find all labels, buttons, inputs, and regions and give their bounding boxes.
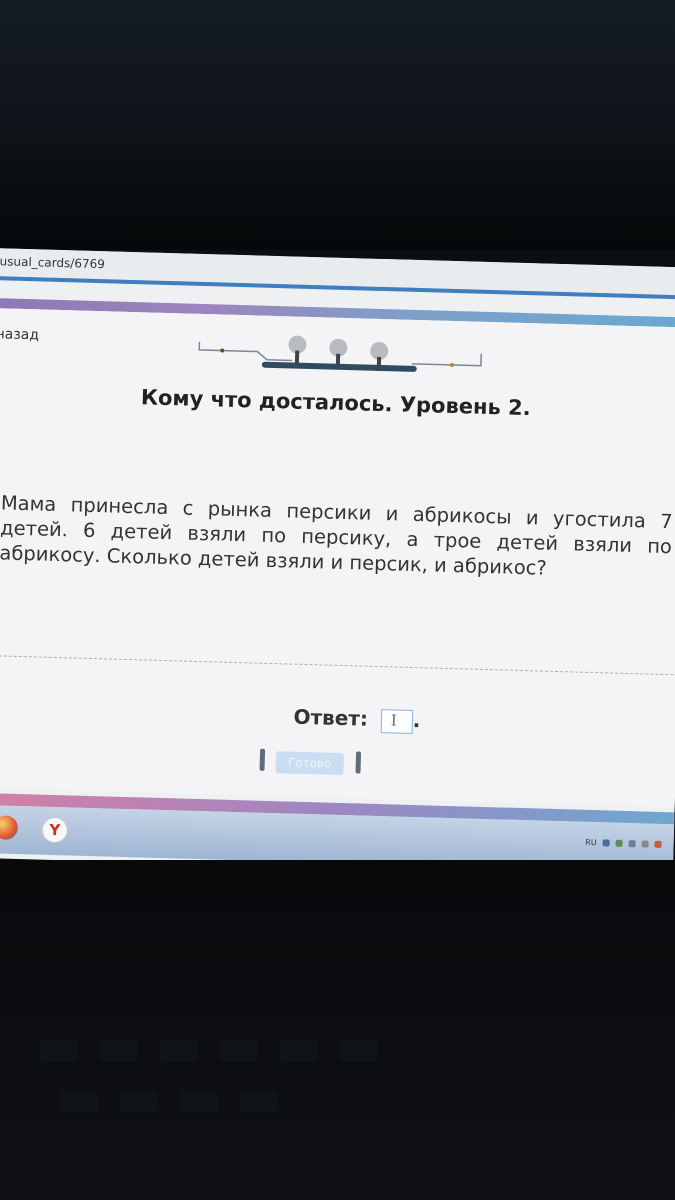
language-indicator[interactable]: RU	[585, 838, 597, 847]
keyboard-key	[120, 1090, 158, 1112]
yandex-taskbar-icon[interactable]: Y	[41, 816, 69, 844]
right-peg-icon	[355, 751, 362, 774]
keyboard-key	[40, 1040, 78, 1062]
notification-icon[interactable]	[654, 840, 662, 848]
browser-address-bar[interactable]: usual_cards/6769	[0, 248, 675, 300]
garland-decoration	[198, 335, 482, 372]
answer-input[interactable]: I	[380, 708, 414, 734]
keyboard-key	[280, 1040, 318, 1062]
volume-icon[interactable]	[641, 840, 649, 848]
background-above-screen	[0, 0, 675, 250]
keyboard-key	[180, 1090, 218, 1112]
system-tray: RU	[585, 838, 662, 849]
browser-taskbar-icon[interactable]	[0, 815, 19, 840]
monitor-screen: usual_cards/6769 назад Кому что досталос…	[0, 248, 675, 878]
windows-icon[interactable]	[602, 839, 610, 847]
settings-icon[interactable]	[628, 840, 636, 848]
keyboard-key	[240, 1090, 278, 1112]
keyboard-key	[340, 1040, 378, 1062]
keyboard-area	[0, 860, 675, 1200]
text-cursor-icon: I	[390, 710, 398, 730]
keyboard-key	[100, 1040, 138, 1062]
address-url[interactable]: usual_cards/6769	[0, 254, 105, 271]
network-icon[interactable]	[615, 839, 623, 847]
keyboard-key	[220, 1040, 258, 1062]
keyboard-key	[160, 1040, 198, 1062]
left-peg-icon	[259, 748, 266, 771]
answer-label: Ответ:	[293, 704, 369, 731]
keyboard-key	[60, 1090, 98, 1112]
ready-button[interactable]: Готово	[275, 751, 345, 776]
answer-period: .	[412, 707, 421, 733]
back-link[interactable]: назад	[0, 326, 39, 343]
address-bar-accent	[0, 275, 675, 300]
